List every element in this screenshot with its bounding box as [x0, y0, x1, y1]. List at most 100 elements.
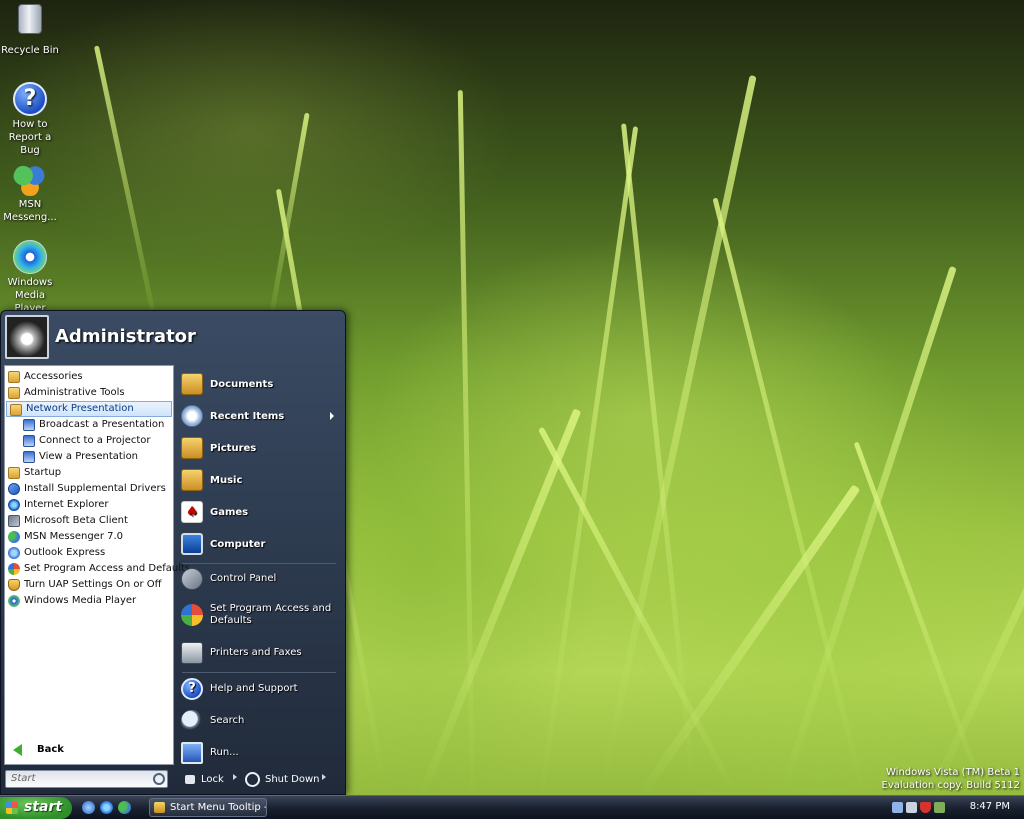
- msn-icon: [13, 162, 47, 196]
- msn-icon[interactable]: [118, 801, 131, 814]
- program-item-install-drivers[interactable]: Install Supplemental Drivers: [5, 481, 173, 497]
- tool-label: Search: [210, 715, 245, 726]
- program-item-msn-messenger[interactable]: MSN Messenger 7.0: [5, 529, 173, 545]
- tool-help-support[interactable]: ? Help and Support: [178, 674, 340, 704]
- program-item-broadcast-presentation[interactable]: Broadcast a Presentation: [5, 417, 173, 433]
- printer-icon: [181, 642, 203, 664]
- program-label: Microsoft Beta Client: [24, 515, 128, 526]
- windows-logo-icon: [6, 802, 18, 814]
- folder-icon: [8, 371, 20, 383]
- program-label: Outlook Express: [24, 547, 106, 558]
- place-computer[interactable]: Computer: [178, 529, 340, 559]
- place-label: Documents: [210, 378, 274, 390]
- program-item-administrative-tools[interactable]: Administrative Tools: [5, 385, 173, 401]
- program-item-startup[interactable]: Startup: [5, 465, 173, 481]
- place-music[interactable]: Music: [178, 465, 340, 495]
- computer-icon: [181, 533, 203, 555]
- clock[interactable]: 8:47 PM: [970, 801, 1010, 812]
- presentation-icon: [23, 419, 35, 431]
- place-documents[interactable]: Documents: [178, 369, 340, 399]
- grass-blade: [270, 112, 310, 311]
- security-shield-icon[interactable]: [920, 802, 931, 813]
- app-icon: [8, 483, 20, 495]
- tool-run[interactable]: Run...: [178, 738, 340, 768]
- system-printers-faxes[interactable]: Printers and Faxes: [178, 638, 340, 668]
- user-picture[interactable]: [5, 315, 49, 359]
- program-item-media-player[interactable]: Windows Media Player: [5, 593, 173, 609]
- program-label: View a Presentation: [39, 451, 139, 462]
- tool-label: Run...: [210, 747, 239, 758]
- ie-icon[interactable]: [100, 801, 113, 814]
- lock-button[interactable]: Lock: [185, 771, 224, 789]
- recycle-bin-icon: [18, 4, 42, 34]
- start-button[interactable]: start: [0, 797, 72, 819]
- desktop-icon-label: Recycle Bin: [1, 45, 59, 56]
- program-item-outlook-express[interactable]: Outlook Express: [5, 545, 173, 561]
- program-label: Accessories: [24, 371, 83, 382]
- control-panel-icon: [181, 568, 203, 590]
- program-item-program-access[interactable]: Set Program Access and Defaults: [5, 561, 190, 577]
- desktop-icon-media-player[interactable]: Windows Media Player: [0, 240, 60, 315]
- program-item-uap-settings[interactable]: Turn UAP Settings On or Off: [5, 577, 173, 593]
- submenu-arrow-icon: [330, 412, 334, 420]
- defaults-icon: [181, 604, 203, 626]
- grass-blade: [712, 197, 865, 791]
- system-program-access[interactable]: Set Program Access and Defaults: [178, 597, 340, 633]
- separator: [182, 672, 336, 673]
- program-item-network-presentation[interactable]: Network Presentation: [6, 401, 172, 417]
- help-icon: ?: [13, 82, 47, 116]
- folder-icon: [8, 467, 20, 479]
- back-arrow-icon: [13, 744, 22, 756]
- lock-label: Lock: [201, 774, 224, 785]
- outlook-icon: [8, 547, 20, 559]
- grass-blade: [621, 123, 695, 781]
- start-menu: Administrator Accessories Administrative…: [0, 310, 346, 795]
- lock-options-arrow-icon[interactable]: [233, 774, 237, 780]
- ie-icon: [8, 499, 20, 511]
- program-item-connect-projector[interactable]: Connect to a Projector: [5, 433, 173, 449]
- uap-icon: [8, 579, 20, 591]
- search-icon[interactable]: [153, 773, 165, 785]
- start-label: start: [24, 799, 63, 815]
- music-icon: [181, 469, 203, 491]
- show-desktop-icon[interactable]: [82, 801, 95, 814]
- desktop-icon-msn-messenger[interactable]: MSN Messeng...: [0, 162, 60, 224]
- program-item-accessories[interactable]: Accessories: [5, 369, 173, 385]
- system-tray: 8:47 PM: [884, 796, 1024, 819]
- place-recent-items[interactable]: Recent Items: [178, 401, 340, 431]
- program-item-beta-client[interactable]: Microsoft Beta Client: [5, 513, 173, 529]
- places-pane: Documents Recent Items Pictures Music ♠ G…: [176, 365, 342, 765]
- games-icon: ♠: [181, 501, 203, 523]
- system-control-panel[interactable]: Control Panel: [178, 564, 340, 594]
- taskbar-button-start-menu-tooltip[interactable]: Start Menu Tooltip -...: [149, 798, 267, 817]
- place-label: Games: [210, 506, 249, 518]
- network-icon[interactable]: [892, 802, 903, 813]
- watermark-line2: Evaluation copy. Build 5112: [881, 780, 1021, 791]
- window-icon: [154, 802, 165, 813]
- all-programs-list: Accessories Administrative Tools Network…: [4, 365, 190, 765]
- lock-icon: [185, 775, 195, 784]
- desktop-icon-report-bug[interactable]: ? How to Report a Bug: [0, 82, 60, 157]
- tool-search[interactable]: Search: [178, 706, 340, 736]
- program-item-internet-explorer[interactable]: Internet Explorer: [5, 497, 173, 513]
- place-games[interactable]: ♠ Games: [178, 497, 340, 527]
- run-icon: [181, 742, 203, 764]
- system-label: Control Panel: [210, 573, 277, 584]
- folder-icon: [10, 404, 22, 416]
- shutdown-options-arrow-icon[interactable]: [322, 774, 326, 780]
- system-label: Set Program Access and Defaults: [210, 603, 332, 626]
- back-button[interactable]: Back: [13, 742, 64, 758]
- program-label: Turn UAP Settings On or Off: [24, 579, 162, 590]
- program-item-view-presentation[interactable]: View a Presentation: [5, 449, 173, 465]
- place-pictures[interactable]: Pictures: [178, 433, 340, 463]
- presentation-icon: [23, 451, 35, 463]
- desktop-icon-recycle-bin[interactable]: Recycle Bin: [0, 4, 60, 57]
- shutdown-button[interactable]: Shut Down: [245, 771, 319, 789]
- users-icon[interactable]: [934, 802, 945, 813]
- presentation-icon: [23, 435, 35, 447]
- start-search-input[interactable]: Start: [5, 770, 168, 788]
- display-icon[interactable]: [906, 802, 917, 813]
- folder-icon: [8, 387, 20, 399]
- taskbar: start Start Menu Tooltip -... 8:47 PM: [0, 795, 1024, 819]
- program-label: Install Supplemental Drivers: [24, 483, 166, 494]
